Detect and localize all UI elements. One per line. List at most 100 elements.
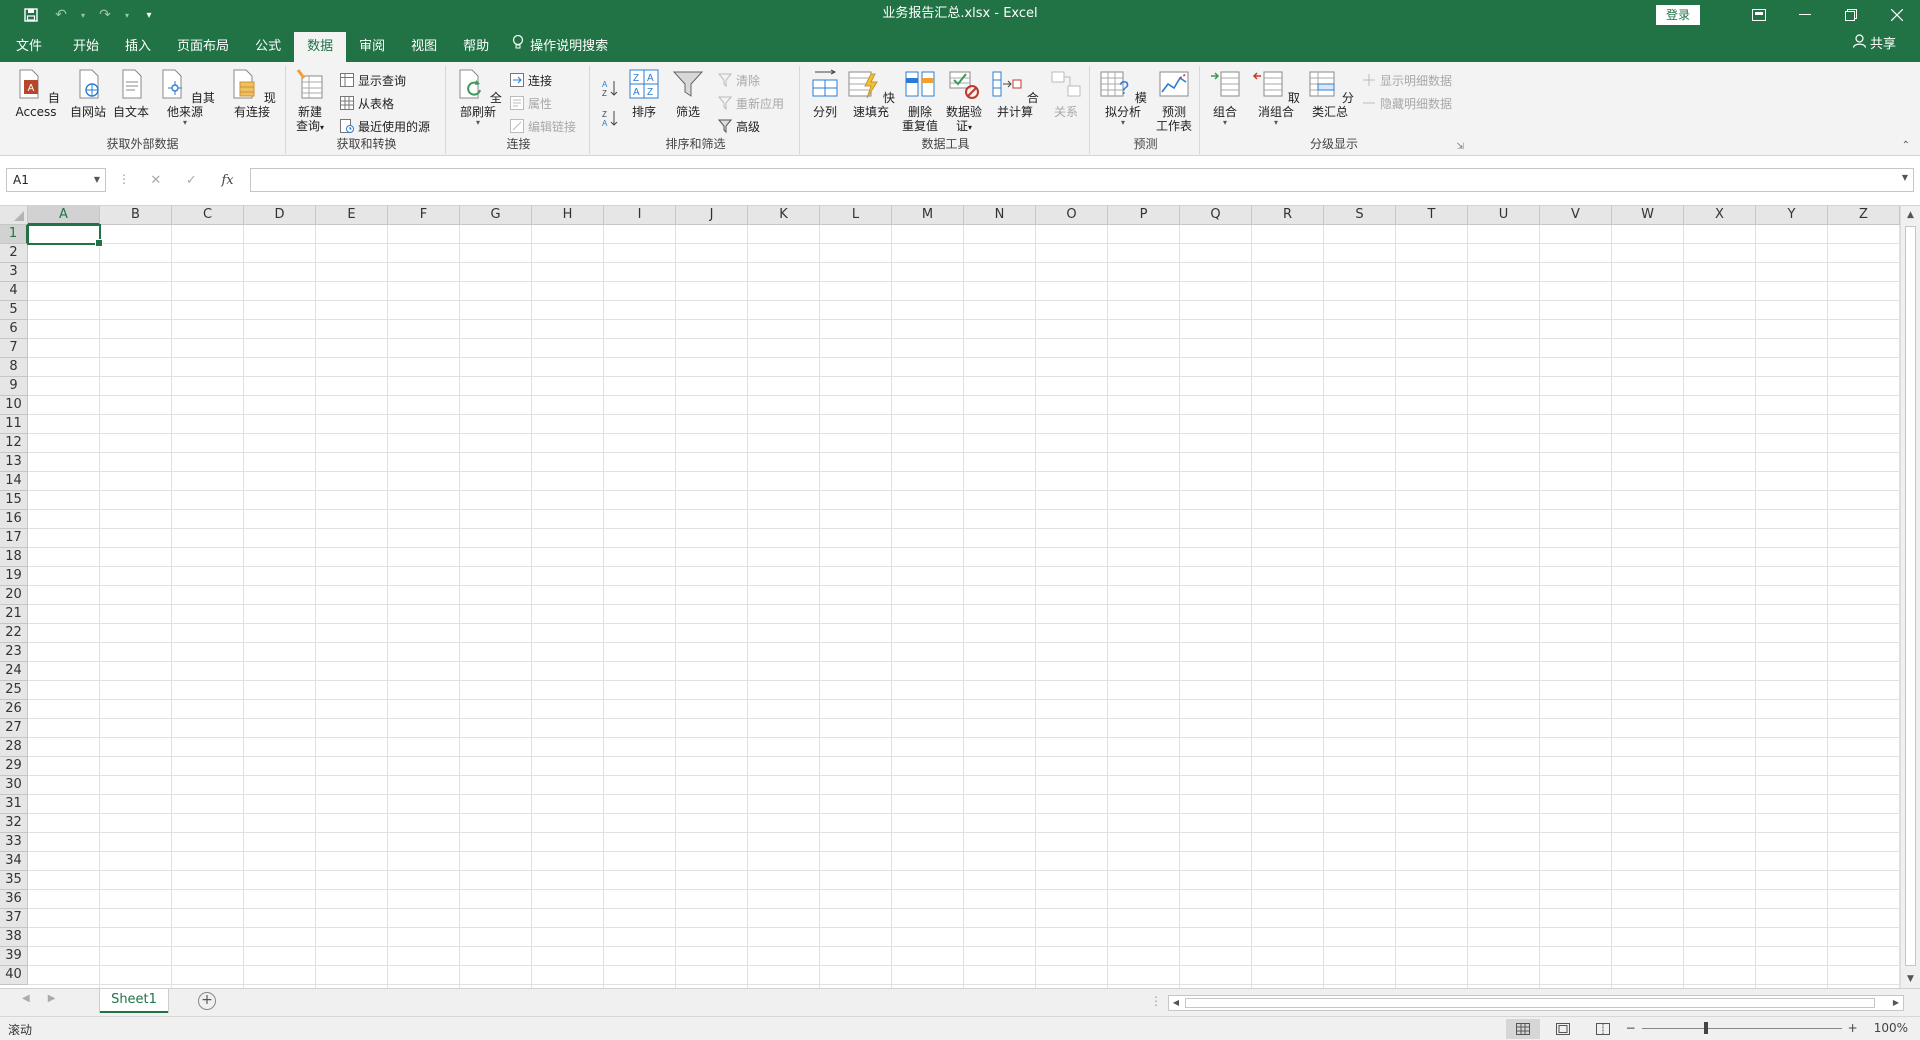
show-queries-button[interactable]: 显示查询 bbox=[340, 70, 406, 90]
row-header-24[interactable]: 24 bbox=[0, 662, 28, 681]
row-header-6[interactable]: 6 bbox=[0, 320, 28, 339]
zoom-out-icon[interactable]: − bbox=[1626, 1021, 1636, 1035]
tell-me-search[interactable]: 操作说明搜索 bbox=[502, 32, 618, 62]
row-header-27[interactable]: 27 bbox=[0, 719, 28, 738]
horizontal-scroll-thumb[interactable] bbox=[1185, 998, 1875, 1008]
scroll-left-icon[interactable]: ◀ bbox=[1169, 996, 1183, 1010]
page-layout-view-icon[interactable] bbox=[1546, 1019, 1580, 1039]
ungroup-button[interactable]: 取消组合 ▾ bbox=[1250, 68, 1302, 127]
column-header-n[interactable]: N bbox=[964, 206, 1036, 225]
undo-dropdown-icon[interactable]: ▾ bbox=[78, 2, 88, 28]
ribbon-display-options-icon[interactable] bbox=[1736, 0, 1782, 30]
hide-detail-button[interactable]: 隐藏明细数据 bbox=[1362, 93, 1452, 113]
row-header-11[interactable]: 11 bbox=[0, 415, 28, 434]
tab-view[interactable]: 视图 bbox=[398, 32, 450, 62]
column-header-w[interactable]: W bbox=[1612, 206, 1684, 225]
zoom-in-icon[interactable]: + bbox=[1848, 1021, 1858, 1035]
from-table-button[interactable]: 从表格 bbox=[340, 93, 394, 113]
remove-duplicates-button[interactable]: 删除 重复值 bbox=[898, 68, 942, 133]
vertical-scrollbar[interactable]: ▲ ▼ bbox=[1900, 206, 1920, 988]
row-header-22[interactable]: 22 bbox=[0, 624, 28, 643]
row-header-25[interactable]: 25 bbox=[0, 681, 28, 700]
row-header-35[interactable]: 35 bbox=[0, 871, 28, 890]
undo-icon[interactable]: ↶ bbox=[48, 2, 74, 28]
row-header-13[interactable]: 13 bbox=[0, 453, 28, 472]
column-header-h[interactable]: H bbox=[532, 206, 604, 225]
cancel-icon[interactable]: ✕ bbox=[150, 173, 161, 188]
row-header-21[interactable]: 21 bbox=[0, 605, 28, 624]
name-box-dropdown-icon[interactable]: ▼ bbox=[94, 169, 100, 191]
column-header-m[interactable]: M bbox=[892, 206, 964, 225]
tab-help[interactable]: 帮助 bbox=[450, 32, 502, 62]
column-header-j[interactable]: J bbox=[676, 206, 748, 225]
advanced-filter-button[interactable]: 高级 bbox=[718, 116, 760, 136]
column-header-i[interactable]: I bbox=[604, 206, 676, 225]
column-header-b[interactable]: B bbox=[100, 206, 172, 225]
sheet-tab-sheet1[interactable]: Sheet1 bbox=[100, 989, 168, 1013]
from-access-button[interactable]: A 自 Access bbox=[8, 68, 64, 119]
tab-page-layout[interactable]: 页面布局 bbox=[164, 32, 242, 62]
row-header-19[interactable]: 19 bbox=[0, 567, 28, 586]
filter-button[interactable]: 筛选 bbox=[668, 68, 708, 119]
consolidate-button[interactable]: 合并计算 bbox=[988, 68, 1042, 119]
outline-dialog-launcher-icon[interactable]: ⇲ bbox=[1456, 142, 1464, 152]
page-break-view-icon[interactable] bbox=[1586, 1019, 1620, 1039]
restore-icon[interactable] bbox=[1828, 0, 1874, 30]
tab-data[interactable]: 数据 bbox=[294, 32, 347, 62]
column-header-p[interactable]: P bbox=[1108, 206, 1180, 225]
row-header-32[interactable]: 32 bbox=[0, 814, 28, 833]
row-header-31[interactable]: 31 bbox=[0, 795, 28, 814]
column-header-d[interactable]: D bbox=[244, 206, 316, 225]
new-sheet-icon[interactable]: + bbox=[198, 992, 216, 1010]
save-icon[interactable] bbox=[18, 2, 44, 28]
row-header-34[interactable]: 34 bbox=[0, 852, 28, 871]
active-cell-a1[interactable] bbox=[27, 224, 103, 247]
scroll-up-icon[interactable]: ▲ bbox=[1901, 206, 1920, 224]
formula-bar-resize-handle[interactable]: ⋮ bbox=[118, 172, 130, 186]
tab-file[interactable]: 文件 bbox=[0, 32, 60, 62]
what-if-analysis-button[interactable]: ? 模拟分析 ▾ bbox=[1096, 68, 1150, 127]
row-header-7[interactable]: 7 bbox=[0, 339, 28, 358]
flash-fill-button[interactable]: 快速填充 bbox=[846, 68, 896, 119]
enter-icon[interactable]: ✓ bbox=[186, 173, 197, 188]
from-other-sources-button[interactable]: 自其他来源 ▾ bbox=[152, 68, 218, 127]
row-header-9[interactable]: 9 bbox=[0, 377, 28, 396]
redo-dropdown-icon[interactable]: ▾ bbox=[122, 2, 132, 28]
column-header-g[interactable]: G bbox=[460, 206, 532, 225]
from-web-button[interactable]: 自网站 bbox=[66, 68, 110, 119]
row-header-37[interactable]: 37 bbox=[0, 909, 28, 928]
row-header-15[interactable]: 15 bbox=[0, 491, 28, 510]
forecast-sheet-button[interactable]: 预测 工作表 bbox=[1152, 68, 1196, 133]
column-header-l[interactable]: L bbox=[820, 206, 892, 225]
row-header-16[interactable]: 16 bbox=[0, 510, 28, 529]
redo-icon[interactable]: ↷ bbox=[92, 2, 118, 28]
edit-links-button[interactable]: 编辑链接 bbox=[510, 116, 576, 136]
column-header-u[interactable]: U bbox=[1468, 206, 1540, 225]
column-header-e[interactable]: E bbox=[316, 206, 388, 225]
show-detail-button[interactable]: 显示明细数据 bbox=[1362, 70, 1452, 90]
tab-home[interactable]: 开始 bbox=[60, 32, 112, 62]
refresh-all-button[interactable]: 全部刷新 ▾ bbox=[452, 68, 504, 127]
zoom-level[interactable]: 100% bbox=[1874, 1021, 1908, 1035]
column-header-s[interactable]: S bbox=[1324, 206, 1396, 225]
row-header-23[interactable]: 23 bbox=[0, 643, 28, 662]
row-header-2[interactable]: 2 bbox=[0, 244, 28, 263]
minimize-icon[interactable] bbox=[1782, 0, 1828, 30]
insert-function-icon[interactable]: fx bbox=[221, 173, 233, 188]
normal-view-icon[interactable] bbox=[1506, 1019, 1540, 1039]
next-sheet-icon[interactable]: ▶ bbox=[48, 993, 56, 1004]
row-header-40[interactable]: 40 bbox=[0, 966, 28, 985]
subtotal-button[interactable]: 分类汇总 bbox=[1304, 68, 1356, 119]
customize-qat-icon[interactable]: ▾ bbox=[136, 2, 162, 28]
relationships-button[interactable]: 关系 bbox=[1046, 68, 1086, 119]
recent-sources-button[interactable]: 最近使用的源 bbox=[340, 116, 430, 136]
horizontal-split-handle[interactable]: ⋮ bbox=[1150, 994, 1162, 1008]
share-button[interactable]: 共享 bbox=[1852, 30, 1896, 60]
data-validation-button[interactable]: 数据验 证▾ bbox=[944, 68, 984, 135]
row-header-39[interactable]: 39 bbox=[0, 947, 28, 966]
sort-button[interactable]: ZAAZ 排序 bbox=[624, 68, 664, 119]
close-icon[interactable] bbox=[1874, 0, 1920, 30]
row-header-8[interactable]: 8 bbox=[0, 358, 28, 377]
existing-connections-button[interactable]: 现有连接 bbox=[224, 68, 280, 119]
row-header-20[interactable]: 20 bbox=[0, 586, 28, 605]
